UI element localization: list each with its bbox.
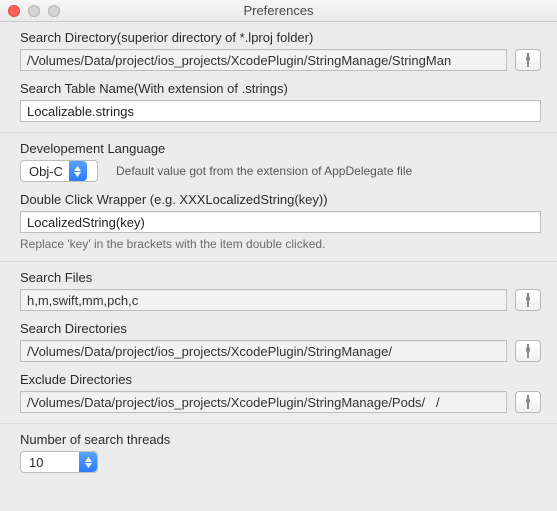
section-general: Search Directory(superior directory of *…: [0, 22, 557, 132]
stepper-arrows-icon: [79, 452, 97, 472]
label-threads: Number of search threads: [20, 432, 541, 447]
flashlight-icon: [522, 53, 534, 67]
field-exclude-directories: Exclude Directories: [20, 372, 541, 413]
field-dev-language: Developement Language Obj-C Default valu…: [20, 141, 541, 182]
window-title: Preferences: [243, 3, 313, 18]
browse-search-directory-button[interactable]: [515, 49, 541, 71]
edit-search-files-button[interactable]: [515, 289, 541, 311]
search-files-input[interactable]: [20, 289, 507, 311]
search-directory-input[interactable]: [20, 49, 507, 71]
minimize-icon: [28, 5, 40, 17]
flashlight-icon: [522, 344, 534, 358]
exclude-directories-input[interactable]: [20, 391, 507, 413]
flashlight-icon: [522, 293, 534, 307]
close-icon[interactable]: [8, 5, 20, 17]
section-language: Developement Language Obj-C Default valu…: [0, 132, 557, 261]
field-table-name: Search Table Name(With extension of .str…: [20, 81, 541, 122]
dev-language-select[interactable]: Obj-C: [20, 160, 98, 182]
wrapper-hint: Replace 'key' in the brackets with the i…: [20, 237, 541, 251]
label-exclude-directories: Exclude Directories: [20, 372, 541, 387]
browse-exclude-directories-button[interactable]: [515, 391, 541, 413]
section-threads: Number of search threads 10: [0, 423, 557, 483]
content: Search Directory(superior directory of *…: [0, 22, 557, 483]
label-wrapper: Double Click Wrapper (e.g. XXXLocalizedS…: [20, 192, 541, 207]
zoom-icon: [48, 5, 60, 17]
label-search-files: Search Files: [20, 270, 541, 285]
label-dev-language: Developement Language: [20, 141, 541, 156]
section-search: Search Files Search Directories Exclude …: [0, 261, 557, 423]
browse-search-directories-button[interactable]: [515, 340, 541, 362]
threads-select[interactable]: 10: [20, 451, 98, 473]
window-controls: [8, 5, 60, 17]
threads-value: 10: [29, 455, 49, 470]
field-search-directories: Search Directories: [20, 321, 541, 362]
label-search-directories: Search Directories: [20, 321, 541, 336]
label-table-name: Search Table Name(With extension of .str…: [20, 81, 541, 96]
field-search-files: Search Files: [20, 270, 541, 311]
field-wrapper: Double Click Wrapper (e.g. XXXLocalizedS…: [20, 192, 541, 251]
dev-language-hint: Default value got from the extension of …: [116, 164, 412, 178]
stepper-arrows-icon: [69, 161, 87, 181]
label-search-directory: Search Directory(superior directory of *…: [20, 30, 541, 45]
titlebar: Preferences: [0, 0, 557, 22]
search-directories-input[interactable]: [20, 340, 507, 362]
dev-language-value: Obj-C: [29, 164, 69, 179]
field-search-directory: Search Directory(superior directory of *…: [20, 30, 541, 71]
field-threads: Number of search threads 10: [20, 432, 541, 473]
table-name-input[interactable]: [20, 100, 541, 122]
wrapper-input[interactable]: [20, 211, 541, 233]
flashlight-icon: [522, 395, 534, 409]
